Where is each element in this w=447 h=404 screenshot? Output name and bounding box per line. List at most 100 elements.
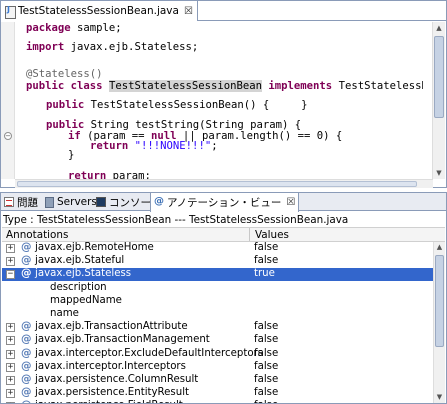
- scroll-down-arrow-icon[interactable]: ▼: [433, 167, 445, 179]
- type-line: Type : TestStatelessSessionBean --- Test…: [3, 214, 349, 226]
- at-icon: @: [21, 254, 32, 266]
- annotation-name: javax.persistence.EntityResult: [35, 387, 190, 398]
- annotation-name: javax.ejb.RemoteHome: [35, 242, 154, 253]
- annotation-view-icon: [154, 196, 164, 208]
- expand-icon[interactable]: +: [6, 323, 15, 332]
- at-icon: @: [21, 320, 32, 332]
- annotation-name: javax.persistence.FieldResult: [35, 400, 183, 403]
- annotation-name: javax.ejb.Stateless: [35, 268, 132, 279]
- annotation-value: false: [254, 374, 279, 385]
- editor-horizontal-scrollbar[interactable]: [15, 179, 433, 188]
- table-row[interactable]: + @ javax.ejb.TransactionAttribute false: [2, 320, 433, 334]
- table-row[interactable]: + @ javax.interceptor.Interceptors false: [2, 360, 433, 374]
- tab-label: Servers: [57, 196, 97, 208]
- close-icon[interactable]: ☒: [286, 197, 295, 208]
- expand-icon[interactable]: +: [6, 389, 15, 398]
- column-header-annotations[interactable]: Annotations: [6, 229, 68, 241]
- table-row[interactable]: + @ javax.interceptor.ExcludeDefaultInterc…: [2, 347, 433, 361]
- scrollbar-thumb[interactable]: [435, 255, 444, 347]
- table-row[interactable]: + @javax.persistence.FieldResult false: [2, 399, 433, 403]
- table-row[interactable]: mappedName: [2, 295, 433, 308]
- scroll-down-arrow-icon[interactable]: ▼: [434, 392, 445, 403]
- annotation-value: false: [254, 400, 278, 403]
- code-line: import javax.ejb.Stateless;: [26, 41, 199, 53]
- tab-label: 問題: [17, 196, 38, 209]
- annotation-name: javax.ejb.Stateful: [35, 255, 125, 266]
- at-icon: @: [21, 386, 32, 398]
- annotation-value: false: [254, 242, 279, 253]
- code-area[interactable]: package sample; import javax.ejb.Statele…: [26, 22, 423, 179]
- annotation-name: javax.ejb.TransactionManagement: [35, 334, 210, 345]
- annotation-name: name: [50, 308, 79, 319]
- scrollbar-thumb[interactable]: [17, 181, 417, 187]
- table-row[interactable]: + @ javax.ejb.RemoteHome false: [2, 242, 433, 255]
- tab-problems[interactable]: 問題: [1, 193, 41, 211]
- column-header-values[interactable]: Values: [255, 229, 289, 241]
- annotation-name: javax.persistence.ColumnResult: [35, 374, 199, 385]
- annotation-name: mappedName: [50, 295, 122, 306]
- java-file-icon: [5, 5, 16, 19]
- table-header: Annotations Values: [2, 227, 445, 242]
- annotation-value: false: [254, 334, 279, 345]
- editor-tab-strip: TestStatelessSessionBean.java ☒: [1, 1, 446, 21]
- at-icon: @: [21, 267, 32, 279]
- console-icon: [96, 197, 106, 207]
- table-row[interactable]: + @ javax.ejb.TransactionManagement false: [2, 333, 433, 347]
- table-row[interactable]: name: [2, 308, 433, 321]
- expand-icon[interactable]: +: [6, 376, 15, 385]
- view-tab-strip: 問題 Servers コンソール アノテーション・ビュー ☒: [1, 193, 446, 212]
- at-icon: @: [21, 360, 32, 372]
- code-line: public class TestStatelessSessionBean im…: [26, 80, 423, 92]
- fold-marker-icon[interactable]: −: [4, 132, 12, 140]
- table-row[interactable]: + @ javax.persistence.EntityResult false: [2, 386, 433, 400]
- at-icon: @: [21, 347, 32, 359]
- code-line: }: [68, 149, 75, 161]
- editor-vertical-scrollbar[interactable]: ▲ ▼: [432, 22, 445, 179]
- column-divider[interactable]: [249, 228, 250, 241]
- editor-gutter: −: [1, 22, 15, 179]
- annotation-value: false: [254, 348, 279, 359]
- annotation-value: false: [254, 321, 279, 332]
- collapse-icon[interactable]: −: [6, 270, 15, 279]
- annotation-value: false: [254, 361, 279, 372]
- table-row[interactable]: − @ javax.ejb.Stateless true: [2, 267, 433, 281]
- annotation-name: javax.ejb.TransactionAttribute: [35, 321, 188, 332]
- code-line: package sample;: [26, 22, 122, 34]
- editor-tab[interactable]: TestStatelessSessionBean.java ☒: [1, 1, 198, 21]
- annotation-value: false: [254, 387, 279, 398]
- scroll-up-arrow-icon[interactable]: ▲: [433, 22, 445, 34]
- at-icon: @: [21, 399, 32, 403]
- scrollbar-thumb[interactable]: [434, 36, 444, 118]
- close-icon[interactable]: ☒: [184, 6, 193, 17]
- problems-icon: [4, 197, 14, 207]
- expand-icon[interactable]: +: [6, 257, 15, 266]
- annotation-name: javax.interceptor.Interceptors: [35, 361, 186, 372]
- expand-icon[interactable]: +: [6, 363, 15, 372]
- tab-servers[interactable]: Servers: [41, 193, 100, 211]
- java-editor: TestStatelessSessionBean.java ☒ − packag…: [0, 0, 447, 188]
- annotation-name: javax.interceptor.ExcludeDefaultIntercep…: [35, 348, 264, 359]
- expand-icon[interactable]: +: [6, 350, 15, 359]
- table-vertical-scrollbar[interactable]: ▲ ▼: [433, 242, 445, 403]
- expand-icon[interactable]: +: [6, 244, 15, 253]
- servers-icon: [44, 197, 54, 208]
- tab-annotation-view[interactable]: アノテーション・ビュー ☒: [150, 193, 300, 212]
- annotation-name: description: [50, 282, 107, 293]
- at-icon: @: [21, 333, 32, 345]
- table-row[interactable]: description: [2, 282, 433, 295]
- editor-tab-label: TestStatelessSessionBean.java: [18, 5, 179, 17]
- scroll-up-arrow-icon[interactable]: ▲: [434, 242, 445, 253]
- annotation-value: false: [254, 255, 279, 266]
- table-row[interactable]: + @ javax.persistence.ColumnResult false: [2, 373, 433, 387]
- annotation-value: true: [254, 268, 275, 279]
- expand-icon[interactable]: +: [6, 336, 15, 345]
- code-line: return "!!!NONE!!!";: [90, 140, 218, 152]
- tab-label: アノテーション・ビュー: [167, 197, 282, 209]
- code-line: return param;: [68, 170, 151, 179]
- table-row[interactable]: + @ javax.ejb.Stateful false: [2, 254, 433, 268]
- code-line: public TestStatelessSessionBean() { }: [46, 99, 308, 111]
- at-icon: @: [21, 242, 32, 253]
- expand-icon[interactable]: +: [6, 402, 15, 403]
- views-panel: 問題 Servers コンソール アノテーション・ビュー ☒ Type : Te…: [0, 192, 447, 404]
- at-icon: @: [21, 373, 32, 385]
